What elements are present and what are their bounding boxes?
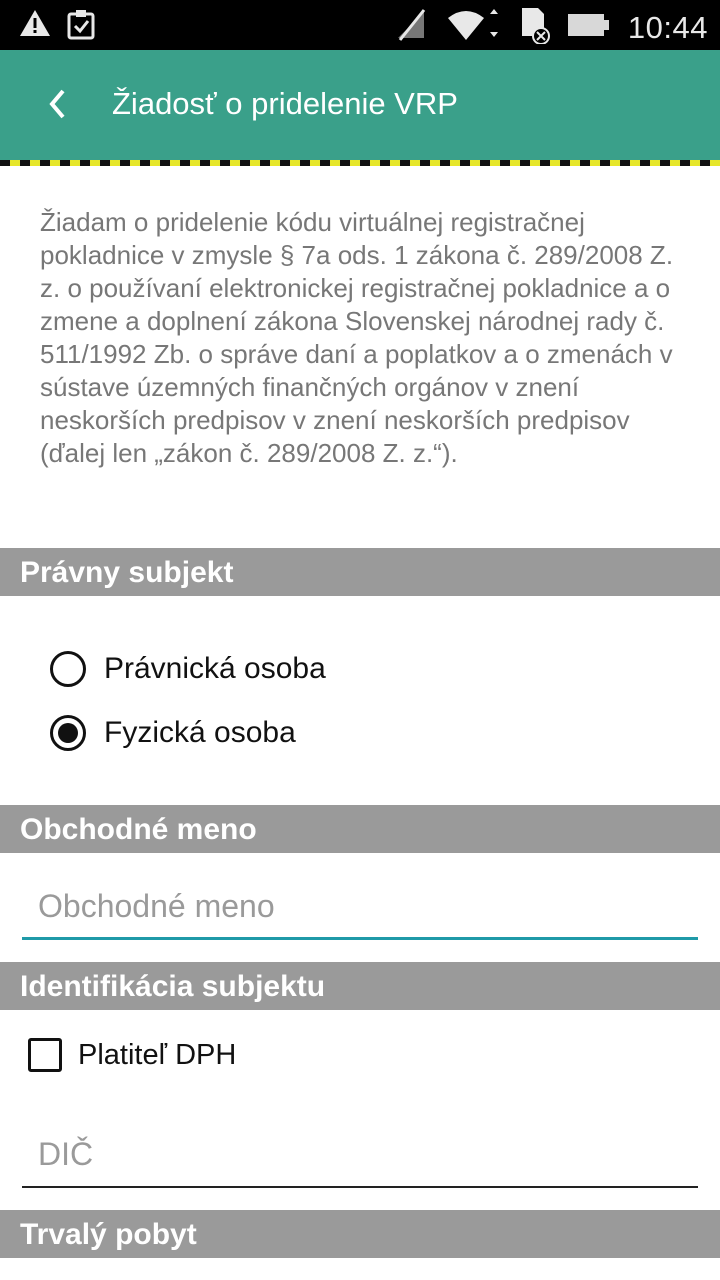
signal-off-icon [394,8,428,47]
checkbox-unchecked-icon[interactable] [28,1038,62,1072]
status-bar: 10:44 [0,0,720,50]
radio-natural-person[interactable]: Fyzická osoba [50,715,296,751]
back-button[interactable] [40,84,74,128]
section-title: Právny subjekt [20,556,234,589]
sd-card-error-icon [518,6,550,49]
app-bar: Žiadosť o pridelenie VRP [0,50,720,160]
dic-placeholder: DIČ [38,1136,94,1172]
business-name-input[interactable]: Obchodné meno [22,884,698,940]
radio-label: Fyzická osoba [104,716,296,749]
warning-icon [18,8,52,45]
radio-checked-icon[interactable] [50,715,86,751]
radio-legal-person[interactable]: Právnická osoba [50,651,326,687]
clipboard-check-icon [66,8,98,45]
battery-icon [567,12,610,43]
input-underline [22,1186,698,1188]
business-name-placeholder: Obchodné meno [38,888,275,924]
section-header-legal-subject: Právny subjekt [0,548,720,596]
checkbox-label: Platiteľ DPH [78,1038,237,1071]
vat-payer-checkbox[interactable]: Platiteľ DPH [28,1038,236,1072]
clock: 10:44 [627,9,708,45]
app-bar-divider [0,160,720,166]
section-header-business-name: Obchodné meno [0,805,720,853]
section-title: Identifikácia subjektu [20,970,326,1003]
section-title: Trvalý pobyt [20,1218,197,1251]
section-header-subject-identification: Identifikácia subjektu [0,962,720,1010]
section-title: Obchodné meno [20,813,257,846]
wifi-icon [446,8,500,47]
chevron-left-icon [46,88,68,125]
radio-label: Právnická osoba [104,652,326,685]
input-underline [22,937,698,940]
intro-text: Žiadam o pridelenie kódu virtuálnej regi… [40,207,674,468]
page-title: Žiadosť o pridelenie VRP [112,86,458,121]
radio-unchecked-icon[interactable] [50,651,86,687]
dic-input[interactable]: DIČ [22,1132,698,1188]
section-header-permanent-residence: Trvalý pobyt [0,1210,720,1258]
